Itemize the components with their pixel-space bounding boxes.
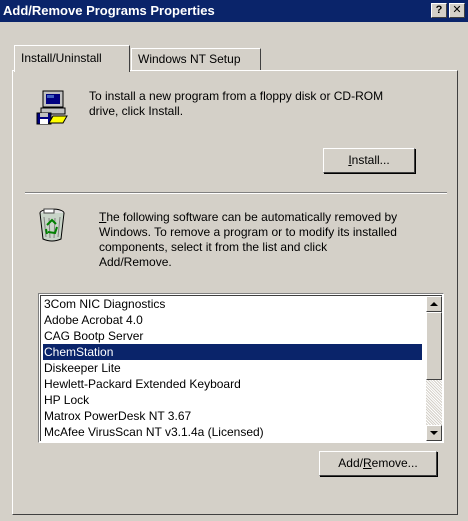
scroll-up-button[interactable] [426,296,442,312]
tab-panel: To install a new program from a floppy d… [12,70,458,515]
program-list-item-selected[interactable]: ChemStation [43,344,422,360]
tab-windows-nt-setup[interactable]: Windows NT Setup [131,48,261,71]
install-description-line: drive, click Install. [89,104,184,118]
install-description-line: To install a new program from a floppy d… [89,89,384,103]
program-list-item[interactable]: 3Com NIC Diagnostics [43,296,422,312]
program-list-item[interactable]: McAfee VirusScan NT v3.1.4a (Licensed) [43,424,422,440]
scroll-thumb[interactable] [426,312,442,380]
program-list-item[interactable]: HP Lock [43,392,422,408]
tab-install-uninstall-label: Install/Uninstall [21,51,102,65]
uninstall-description: The following software can be automatica… [99,210,397,270]
section-divider [25,192,447,194]
uninstall-description-line: Windows. To remove a program or to modif… [99,225,397,239]
uninstall-description-line: Add/Remove. [99,255,172,269]
program-list-item[interactable]: Diskeeper Lite [43,360,422,376]
add-remove-button-mnemonic: R [362,456,372,470]
vertical-scrollbar[interactable] [426,296,442,441]
program-list-item[interactable]: Hewlett-Packard Extended Keyboard [43,376,422,392]
add-remove-button[interactable]: Add/Remove... [319,451,437,476]
uninstall-description-text: he following software can be automatical… [106,210,398,224]
install-button-label: nstall... [351,153,390,167]
programs-listbox[interactable]: 3Com NIC Diagnostics Adobe Acrobat 4.0 C… [38,293,444,443]
uninstall-description-line: components, select it from the list and … [99,240,328,254]
tab-install-uninstall[interactable]: Install/Uninstall [14,45,130,72]
install-button[interactable]: Install... [323,148,415,173]
install-description: To install a new program from a floppy d… [89,89,383,119]
uninstall-description-line: The following software can be automatica… [99,210,397,225]
scroll-down-button[interactable] [426,425,442,441]
recycle-bin-icon [39,208,65,242]
program-list-item[interactable]: Matrox PowerDesk NT 3.67 [43,408,422,424]
add-remove-programs-window: Add/Remove Programs Properties ? ✕ Insta… [0,0,468,521]
help-button[interactable]: ? [431,3,447,18]
program-list-item[interactable]: Adobe Acrobat 4.0 [43,312,422,328]
computer-install-icon [36,90,68,125]
program-list-item[interactable]: CAG Bootp Server [43,328,422,344]
add-remove-button-prefix: Add/ [338,456,363,470]
arrow-up-icon [430,302,438,306]
window-title: Add/Remove Programs Properties [3,3,215,18]
close-button[interactable]: ✕ [449,3,465,18]
arrow-down-icon [430,431,438,435]
add-remove-button-label: emove... [371,456,418,470]
title-bar[interactable]: Add/Remove Programs Properties ? ✕ [0,0,468,22]
tab-windows-nt-setup-label: Windows NT Setup [138,52,241,66]
programs-listbox-frame: 3Com NIC Diagnostics Adobe Acrobat 4.0 C… [40,295,442,441]
